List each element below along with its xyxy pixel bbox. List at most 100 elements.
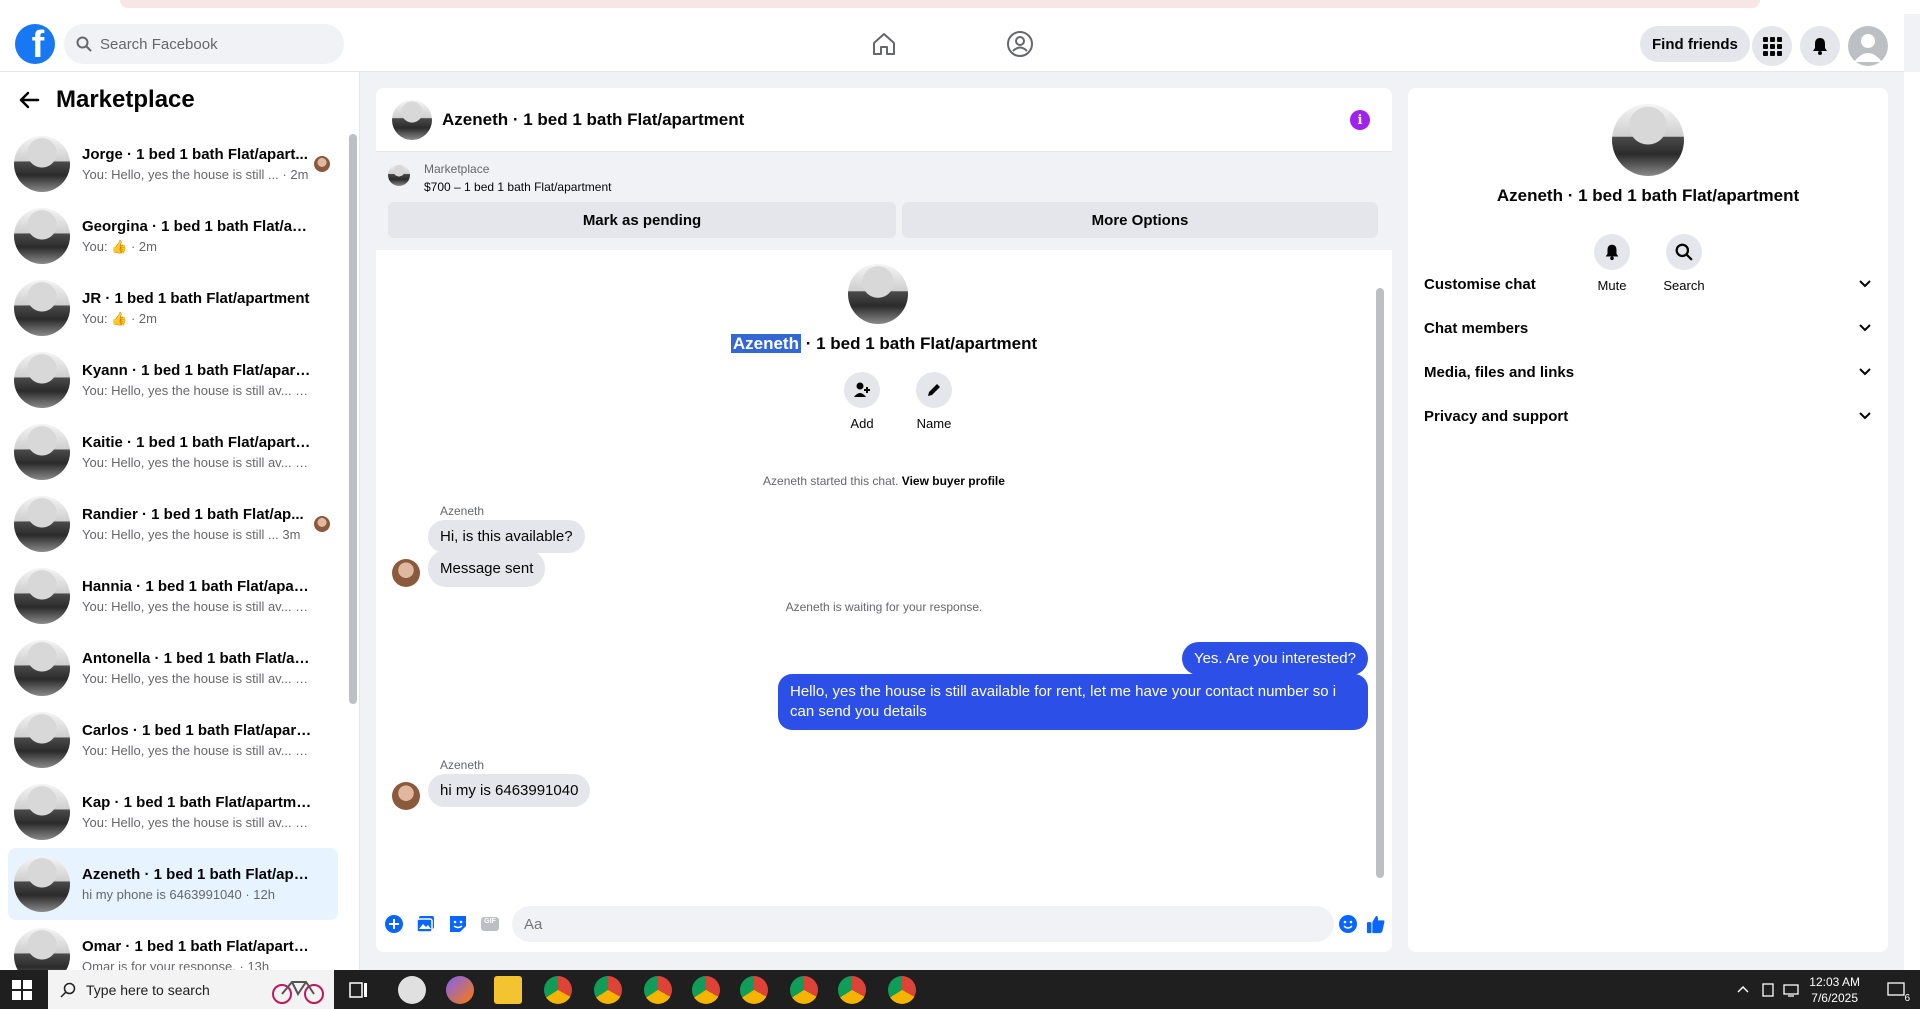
conversation-item[interactable]: Azeneth · 1 bed 1 bath Flat/apart... hi m… <box>8 848 338 920</box>
tray-device-icon[interactable] <box>1760 982 1776 998</box>
chat-avatar[interactable] <box>392 99 432 140</box>
search-input[interactable] <box>100 35 320 53</box>
outgoing-message[interactable]: Yes. Are you interested? <box>1181 642 1368 675</box>
message-field[interactable] <box>512 906 1334 942</box>
chat-title[interactable]: Azeneth · 1 bed 1 bath Flat/apartment <box>442 110 744 130</box>
marketplace-sidebar: Marketplace Jorge · 1 bed 1 bath Flat/ap… <box>0 72 360 984</box>
conversation-item[interactable]: Carlos · 1 bed 1 bath Flat/apartm... You:… <box>8 704 338 776</box>
message-composer: GIF <box>376 896 1392 952</box>
chrome-icon[interactable] <box>644 976 672 1004</box>
back-arrow-icon[interactable] <box>18 89 40 111</box>
task-view-icon[interactable] <box>346 978 370 1002</box>
find-friends-button[interactable]: Find friends <box>1640 26 1750 62</box>
listing-thumbnail[interactable] <box>388 164 410 186</box>
plus-circle-icon[interactable] <box>384 914 404 934</box>
windows-start-icon[interactable] <box>12 980 32 1005</box>
conversation-name: Hannia · 1 bed 1 bath Flat/apart... <box>82 578 312 595</box>
clock-time: 12:03 AM <box>1809 975 1860 989</box>
browser-tab[interactable] <box>120 0 1760 8</box>
sticker-icon[interactable] <box>448 914 468 934</box>
pencil-icon <box>928 384 940 396</box>
details-title: Azeneth · 1 bed 1 bath Flat/apartment <box>1496 186 1800 205</box>
chrome-icon[interactable] <box>544 976 572 1004</box>
taskbar-clock[interactable]: 12:03 AM 7/6/2025 <box>1809 974 1860 1006</box>
conversation-item[interactable]: Antonella · 1 bed 1 bath Flat/apa... You:… <box>8 632 338 704</box>
notification-center-icon[interactable]: 6 <box>1886 980 1910 1004</box>
gif-icon[interactable]: GIF <box>480 914 500 934</box>
conversation-item[interactable]: JR · 1 bed 1 bath Flat/apartment You: 👍 ·… <box>8 272 338 344</box>
account-avatar[interactable] <box>1848 26 1888 66</box>
chat-members-section[interactable]: Chat members <box>1424 306 1872 350</box>
file-explorer-icon[interactable] <box>494 976 522 1004</box>
details-avatar[interactable] <box>1612 104 1684 176</box>
emoji-icon[interactable] <box>1338 914 1358 934</box>
taskbar-search[interactable]: Type here to search <box>48 970 334 1009</box>
photo-icon[interactable] <box>416 914 436 934</box>
chrome-icon[interactable] <box>790 976 818 1004</box>
chrome-icon[interactable] <box>838 976 866 1004</box>
conversation-thumbnail <box>14 280 70 336</box>
tray-chevron-icon[interactable] <box>1736 983 1750 997</box>
conversation-name: Kyann · 1 bed 1 bath Flat/apartm... <box>82 362 312 379</box>
thumbs-up-icon[interactable] <box>1366 914 1386 934</box>
media-files-links-section[interactable]: Media, files and links <box>1424 350 1872 394</box>
sender-avatar[interactable] <box>392 559 420 587</box>
conversation-item[interactable]: Hannia · 1 bed 1 bath Flat/apart... You: … <box>8 560 338 632</box>
chrome-icon[interactable] <box>692 976 720 1004</box>
search-facebook[interactable] <box>64 24 344 64</box>
seen-avatar <box>314 516 330 532</box>
conversation-item[interactable]: Randier · 1 bed 1 bath Flat/ap... You: He… <box>8 488 338 560</box>
network-icon[interactable] <box>1782 982 1800 998</box>
copilot-icon[interactable] <box>446 976 474 1004</box>
privacy-support-section[interactable]: Privacy and support <box>1424 394 1872 438</box>
sender-avatar[interactable] <box>392 782 420 810</box>
conversation-item[interactable]: Georgina · 1 bed 1 bath Flat/apa... You: … <box>8 200 338 272</box>
conversation-thumbnail <box>14 784 70 840</box>
bicycle-icon <box>272 981 324 1004</box>
view-buyer-profile-link[interactable]: View buyer profile <box>902 474 1005 488</box>
taskbar-search-placeholder: Type here to search <box>86 981 210 998</box>
message-input[interactable] <box>524 915 1284 933</box>
home-icon[interactable] <box>868 28 900 60</box>
add-people-button[interactable]: Add <box>832 372 892 431</box>
conversation-preview: You: 👍 · 2m <box>82 310 157 326</box>
conversation-name: Kaitie · 1 bed 1 bath Flat/apartm... <box>82 434 312 451</box>
chrome-icon[interactable] <box>740 976 768 1004</box>
groups-icon[interactable] <box>1004 28 1036 60</box>
sidebar-scrollbar[interactable] <box>349 122 357 962</box>
add-label: Add <box>850 416 874 431</box>
incoming-message[interactable]: Hi, is this available? <box>428 520 585 553</box>
bell-icon[interactable] <box>1800 26 1840 66</box>
conversation-list: Jorge · 1 bed 1 bath Flat/apart... You: H… <box>8 128 338 992</box>
incoming-message[interactable]: Message sent <box>428 550 546 587</box>
section-label: Customise chat <box>1424 275 1536 293</box>
taskbar-app-icon[interactable] <box>398 976 426 1004</box>
page-scrollbar[interactable] <box>1904 72 1920 970</box>
conversation-name: JR · 1 bed 1 bath Flat/apartment <box>82 289 310 307</box>
info-icon[interactable]: i <box>1350 110 1370 130</box>
customise-chat-section[interactable]: Customise chat <box>1424 262 1872 306</box>
mark-as-pending-button[interactable]: Mark as pending <box>388 202 896 238</box>
more-options-button[interactable]: More Options <box>902 202 1378 238</box>
listing-price[interactable]: $700 – 1 bed 1 bath Flat/apartment <box>424 180 611 194</box>
outgoing-message[interactable]: Hello, yes the house is still available … <box>778 674 1368 730</box>
conversation-name: Jorge · 1 bed 1 bath Flat/apart... <box>82 146 308 163</box>
chrome-icon[interactable] <box>594 976 622 1004</box>
conversation-item[interactable]: Kap · 1 bed 1 bath Flat/apartment You: He… <box>8 776 338 848</box>
thread-avatar <box>848 264 908 324</box>
chrome-icon[interactable] <box>888 976 916 1004</box>
facebook-logo[interactable]: f <box>15 24 55 64</box>
menu-grid-icon[interactable] <box>1752 26 1792 66</box>
conversation-name: Carlos · 1 bed 1 bath Flat/apartm... <box>82 722 312 739</box>
edit-name-button[interactable]: Name <box>904 372 964 431</box>
waiting-note: Azeneth is waiting for your response. <box>785 600 983 614</box>
chat-scrollbar[interactable] <box>1376 258 1384 888</box>
conversation-thumbnail <box>14 712 70 768</box>
conversation-item[interactable]: Jorge · 1 bed 1 bath Flat/apart... You: H… <box>8 128 338 200</box>
conversation-preview: You: Hello, yes the house is still av...… <box>82 383 312 398</box>
conversation-item[interactable]: Kyann · 1 bed 1 bath Flat/apartm... You: … <box>8 344 338 416</box>
section-label: Media, files and links <box>1424 363 1575 381</box>
conversation-item[interactable]: Kaitie · 1 bed 1 bath Flat/apartm... You:… <box>8 416 338 488</box>
incoming-message[interactable]: hi my is 6463991040 <box>428 774 591 807</box>
windows-taskbar: Type here to search 12:03 AM 7/6/2025 6 <box>0 970 1920 1009</box>
